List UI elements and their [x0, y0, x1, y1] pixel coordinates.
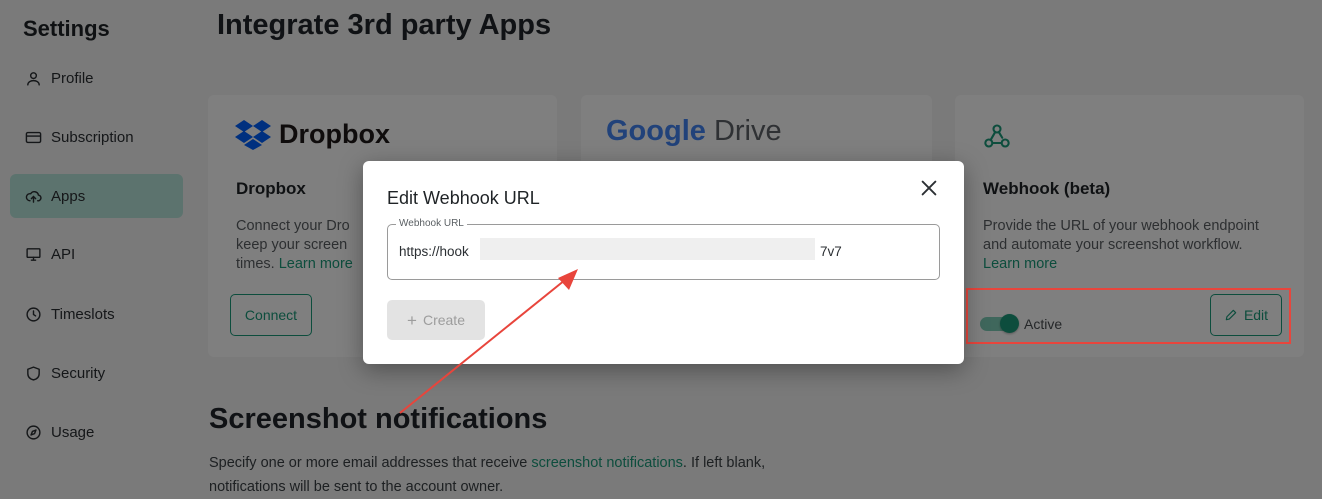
- webhook-url-label: Webhook URL: [396, 218, 467, 229]
- webhook-url-value: https://hook: [399, 244, 469, 259]
- webhook-url-field[interactable]: Webhook URL https://hook 7v7: [387, 218, 940, 280]
- redacted-region: [480, 238, 815, 260]
- plus-icon: +: [407, 310, 417, 330]
- edit-webhook-modal: Edit Webhook URL Webhook URL https://hoo…: [363, 161, 964, 364]
- annotation-highlight-box: [966, 288, 1291, 344]
- close-icon[interactable]: [918, 177, 940, 199]
- modal-title: Edit Webhook URL: [387, 188, 540, 208]
- webhook-url-value-end: 7v7: [820, 244, 842, 259]
- create-button[interactable]: + Create: [387, 300, 485, 340]
